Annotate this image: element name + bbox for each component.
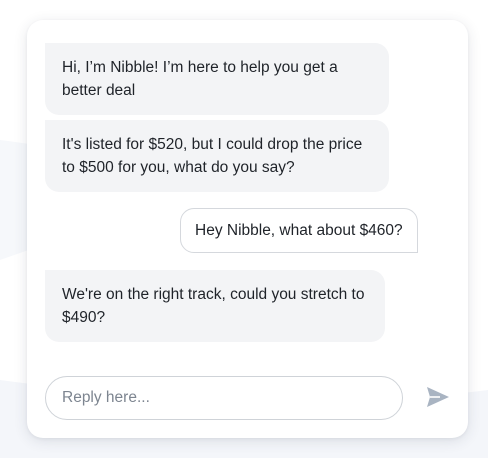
- bot-message: It's listed for $520, but I could drop t…: [45, 120, 389, 192]
- send-button[interactable]: [423, 384, 453, 412]
- send-icon: [427, 386, 449, 407]
- chat-widget: Hi, I’m Nibble! I’m here to help you get…: [27, 20, 468, 438]
- reply-input[interactable]: [45, 376, 403, 420]
- bot-message: Hi, I’m Nibble! I’m here to help you get…: [45, 43, 389, 115]
- reply-composer: [45, 376, 461, 420]
- bot-message: We're on the right track, could you stre…: [45, 270, 385, 342]
- user-message: Hey Nibble, what about $460?: [180, 208, 418, 253]
